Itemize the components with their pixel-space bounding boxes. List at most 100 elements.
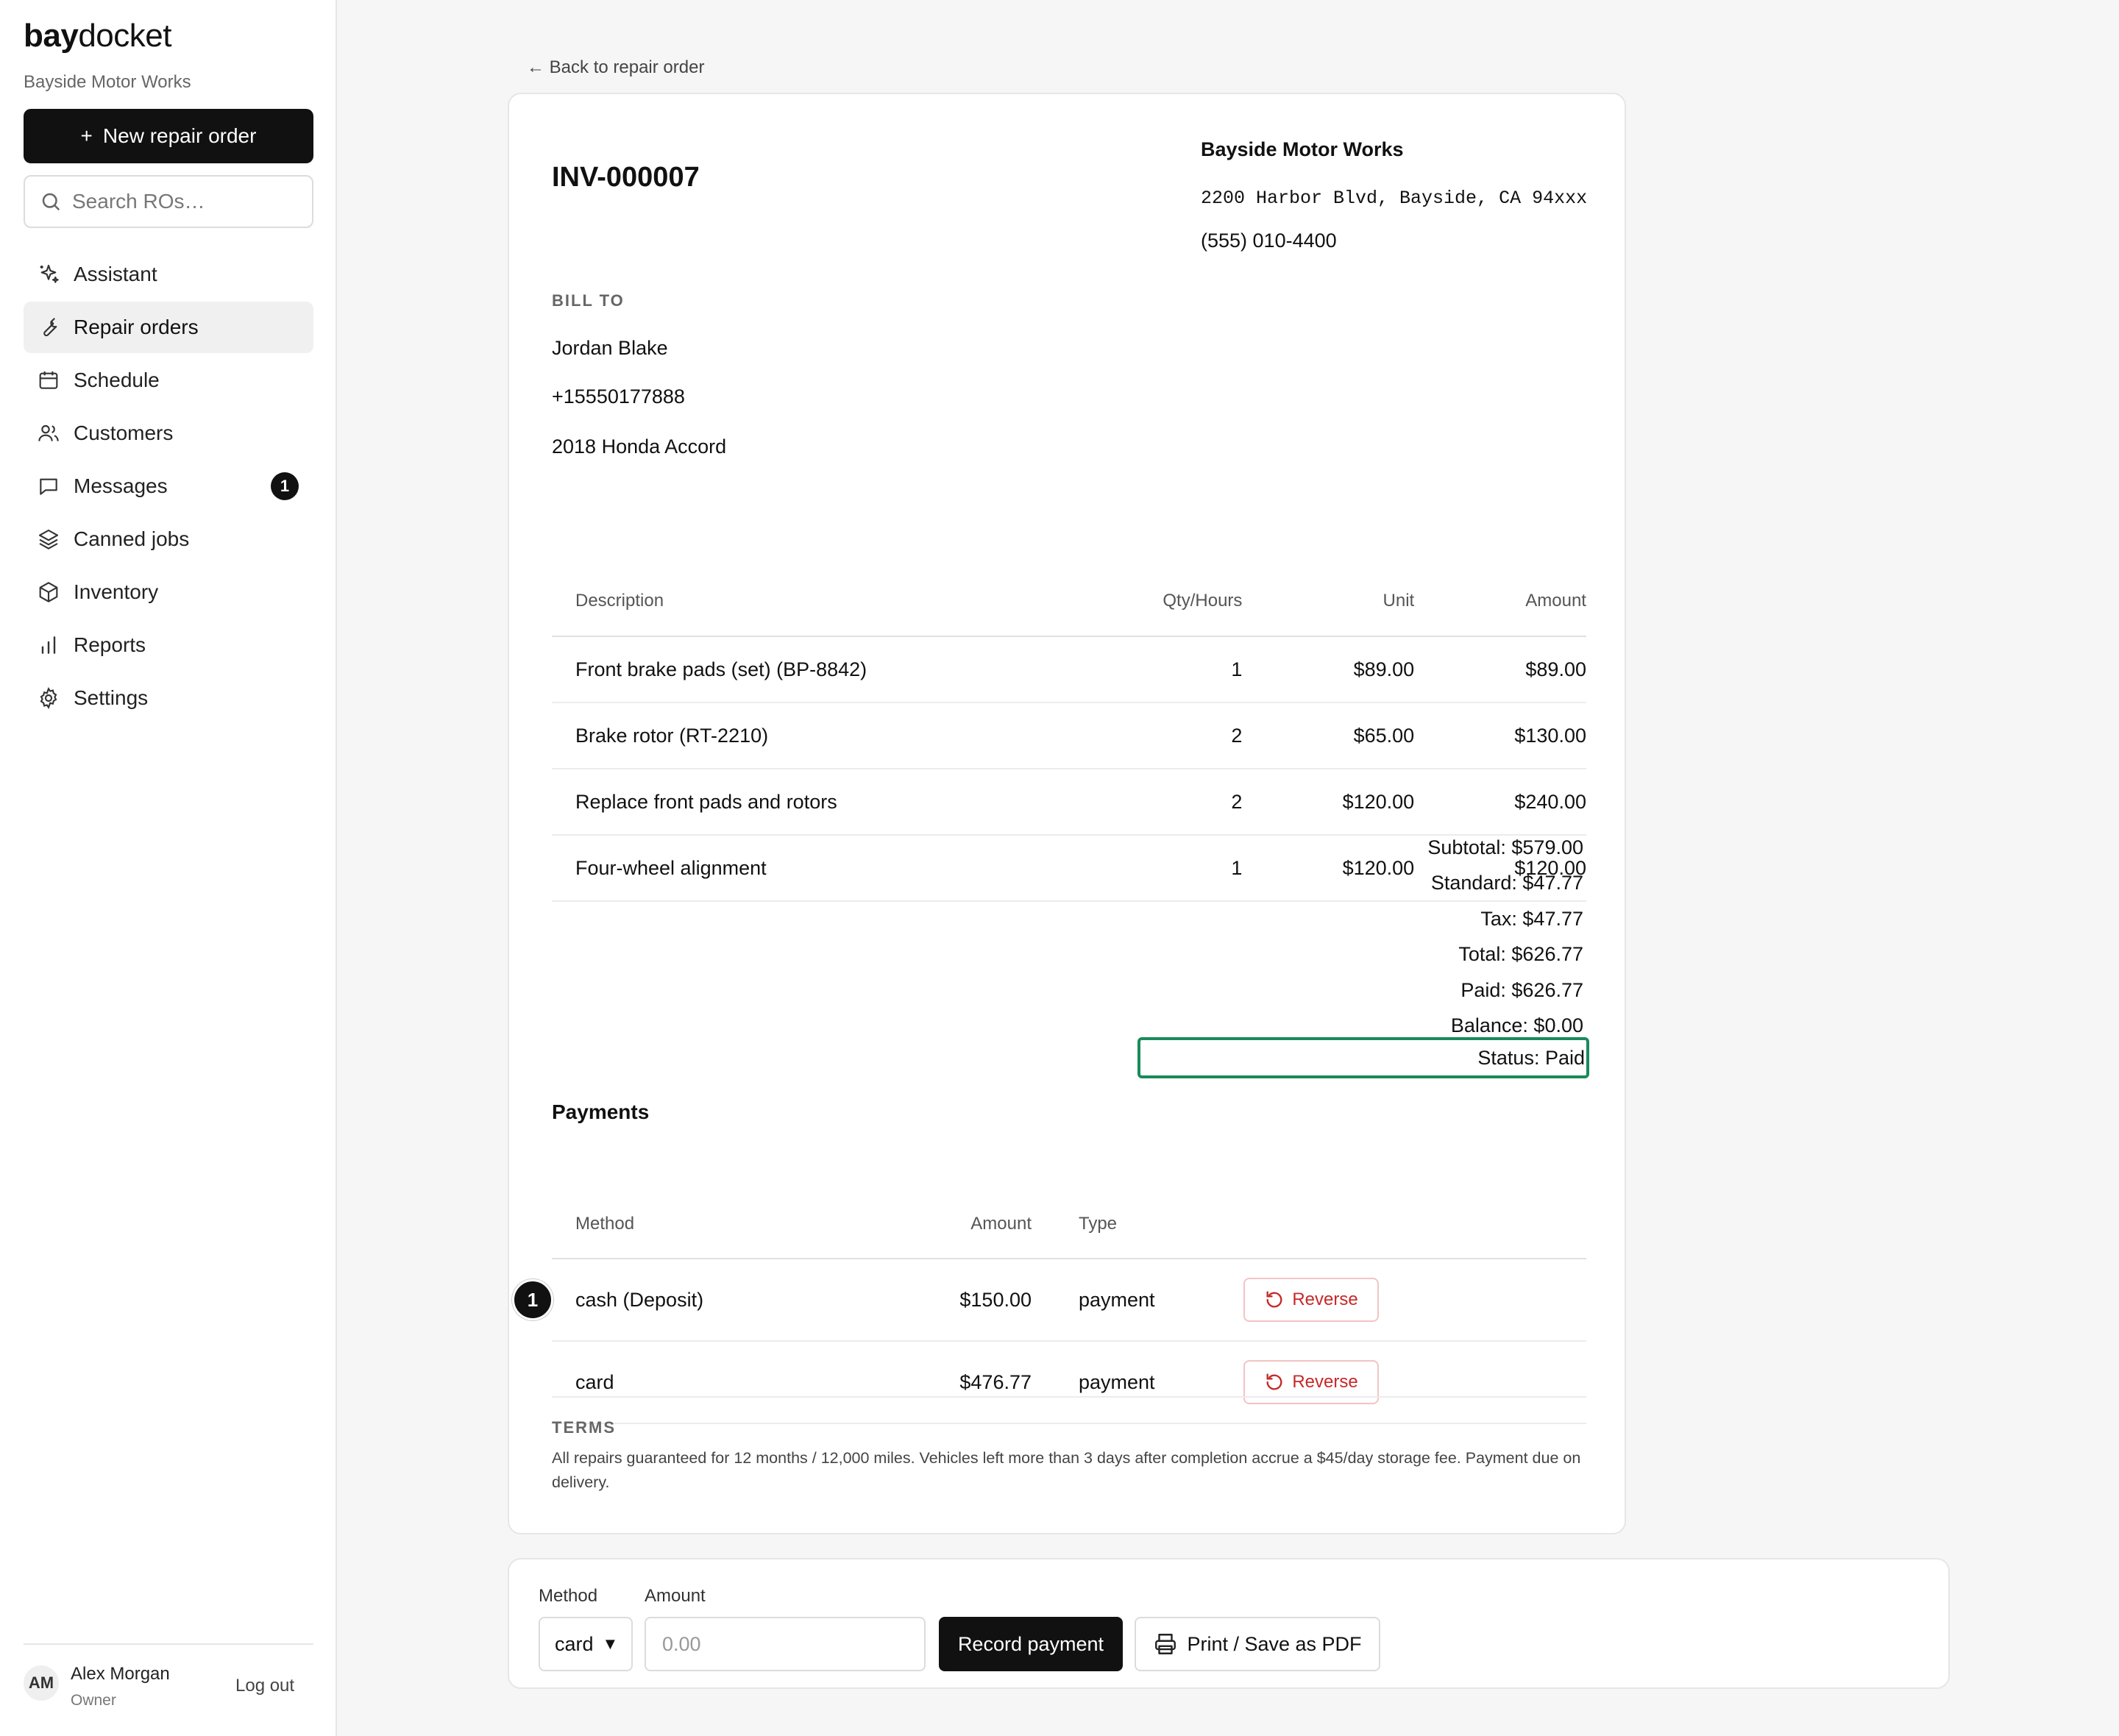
sidebar-item-label: Messages bbox=[74, 474, 168, 497]
search-icon bbox=[42, 193, 60, 211]
customer-name: Jordan Blake bbox=[552, 337, 668, 359]
layers-icon bbox=[38, 529, 59, 549]
sidebar-item-label: Canned jobs bbox=[74, 527, 190, 550]
table-row: Replace front pads and rotors 2 $120.00 … bbox=[552, 769, 1586, 836]
table-row: Front brake pads (set) (BP-8842) 1 $89.0… bbox=[552, 637, 1586, 703]
search-input[interactable] bbox=[72, 190, 308, 213]
line-qty: 1 bbox=[1231, 658, 1243, 680]
brand-logo[interactable]: baydocket bbox=[24, 18, 171, 54]
wrench-icon bbox=[43, 318, 57, 337]
table-row: card $476.77 payment Reverse bbox=[552, 1342, 1586, 1424]
line-amount: $240.00 bbox=[1514, 790, 1586, 813]
message-icon bbox=[40, 478, 57, 495]
line-description: Replace front pads and rotors bbox=[575, 790, 837, 813]
sidebar-item-schedule[interactable]: Schedule bbox=[24, 355, 313, 406]
col-amount: Amount bbox=[970, 1214, 1032, 1234]
invoice-number: INV-000007 bbox=[552, 162, 700, 193]
line-unit: $89.00 bbox=[1353, 658, 1415, 680]
shop-phone: (555) 010-4400 bbox=[1201, 230, 1337, 252]
avatar[interactable]: AM bbox=[24, 1665, 59, 1701]
payment-amount: $150.00 bbox=[959, 1288, 1032, 1311]
terms-text: All repairs guaranteed for 12 months / 1… bbox=[552, 1449, 1581, 1491]
reverse-button[interactable]: Reverse bbox=[1243, 1278, 1379, 1322]
amount-input[interactable] bbox=[645, 1617, 926, 1671]
customer-phone: +15550177888 bbox=[552, 385, 685, 408]
payment-type: payment bbox=[1079, 1370, 1155, 1393]
line-description: Brake rotor (RT-2210) bbox=[575, 724, 769, 747]
new-repair-order-label: New repair order bbox=[102, 124, 257, 147]
table-header: Method Amount Type bbox=[552, 1190, 1586, 1259]
record-payment-button[interactable]: Record payment bbox=[939, 1617, 1123, 1671]
col-description: Description bbox=[575, 591, 664, 611]
col-qty: Qty/Hours bbox=[1163, 591, 1243, 611]
sidebar-item-assistant[interactable]: Assistant bbox=[24, 249, 313, 300]
method-label: Method bbox=[539, 1586, 598, 1606]
sidebar-item-repair-orders[interactable]: Repair orders bbox=[24, 302, 313, 353]
invoice-card: INV-000007 Bayside Motor Works 2200 Harb… bbox=[508, 93, 1626, 1534]
col-method: Method bbox=[575, 1214, 635, 1234]
customer-vehicle: 2018 Honda Accord bbox=[552, 435, 727, 458]
table-row: 1 cash (Deposit) $150.00 payment Reverse bbox=[512, 1259, 1586, 1342]
sidebar-nav: Assistant Repair orders Schedule Custome… bbox=[24, 249, 313, 725]
tax: Tax: $47.77 bbox=[1480, 907, 1583, 930]
col-amount: Amount bbox=[1525, 591, 1586, 611]
line-unit: $120.00 bbox=[1342, 790, 1415, 813]
amount-label: Amount bbox=[645, 1586, 706, 1606]
payment-actions: Reverse bbox=[1243, 1278, 1464, 1322]
plus-icon: + bbox=[80, 124, 93, 147]
terms-label: TERMS bbox=[552, 1418, 616, 1437]
row-marker-badge: 1 bbox=[512, 1279, 553, 1320]
sidebar-item-customers[interactable]: Customers bbox=[24, 408, 313, 459]
messages-count-badge: 1 bbox=[271, 472, 299, 500]
table-header: Description Qty/Hours Unit Amount bbox=[552, 566, 1586, 637]
col-type: Type bbox=[1079, 1214, 1118, 1234]
totals-block: Subtotal: $579.00 Standard: $47.77 Tax: … bbox=[1427, 830, 1583, 1043]
standard-fee: Standard: $47.77 bbox=[1430, 872, 1583, 894]
line-description: Four-wheel alignment bbox=[575, 856, 767, 879]
caret-down-icon: ▼ bbox=[602, 1634, 619, 1653]
reverse-label: Reverse bbox=[1292, 1372, 1358, 1392]
payment-amount: $476.77 bbox=[959, 1370, 1032, 1393]
payment-method: cash (Deposit) bbox=[575, 1288, 704, 1311]
line-amount: $89.00 bbox=[1525, 658, 1586, 680]
payment-method: card bbox=[575, 1370, 614, 1393]
undo-icon bbox=[1266, 1373, 1282, 1390]
method-selected-value: card bbox=[555, 1632, 594, 1655]
logout-link[interactable]: Log out bbox=[235, 1676, 294, 1696]
sidebar-item-label: Inventory bbox=[74, 580, 159, 603]
user-role: Owner bbox=[71, 1692, 116, 1709]
line-qty: 2 bbox=[1231, 790, 1243, 813]
sidebar: baydocket Bayside Motor Works + New repa… bbox=[0, 0, 337, 1736]
sidebar-item-reports[interactable]: Reports bbox=[24, 619, 313, 671]
payment-actions: Reverse bbox=[1243, 1360, 1464, 1404]
shop-info: Bayside Motor Works 2200 Harbor Blvd, Ba… bbox=[1201, 137, 1598, 252]
line-qty: 1 bbox=[1231, 856, 1243, 879]
record-payment-bar: Method Amount card ▼ Record payment Prin… bbox=[508, 1558, 1950, 1689]
col-unit: Unit bbox=[1383, 591, 1415, 611]
reverse-label: Reverse bbox=[1292, 1289, 1358, 1309]
user-name: Alex Morgan bbox=[71, 1664, 170, 1684]
calendar-icon bbox=[39, 371, 58, 389]
user-divider bbox=[24, 1643, 313, 1645]
print-label: Print / Save as PDF bbox=[1187, 1632, 1362, 1655]
reverse-button[interactable]: Reverse bbox=[1243, 1360, 1379, 1404]
users-icon bbox=[38, 424, 59, 441]
sidebar-item-canned-jobs[interactable]: Canned jobs bbox=[24, 513, 313, 565]
line-description: Front brake pads (set) (BP-8842) bbox=[575, 658, 867, 680]
bar-chart-icon bbox=[41, 636, 56, 654]
undo-icon bbox=[1266, 1291, 1282, 1308]
sidebar-item-settings[interactable]: Settings bbox=[24, 672, 313, 724]
total: Total: $626.77 bbox=[1458, 943, 1583, 966]
payment-type: payment bbox=[1079, 1288, 1155, 1311]
sidebar-shop-name: Bayside Motor Works bbox=[24, 72, 191, 92]
sidebar-item-inventory[interactable]: Inventory bbox=[24, 566, 313, 618]
search-box[interactable] bbox=[24, 175, 313, 228]
print-pdf-button[interactable]: Print / Save as PDF bbox=[1135, 1617, 1380, 1671]
method-select[interactable]: card ▼ bbox=[539, 1617, 633, 1671]
new-repair-order-button[interactable]: + New repair order bbox=[24, 109, 313, 163]
sidebar-item-label: Assistant bbox=[74, 263, 157, 285]
back-to-repair-order-link[interactable]: ← Back to repair order bbox=[527, 57, 704, 78]
table-row: Brake rotor (RT-2210) 2 $65.00 $130.00 bbox=[552, 703, 1586, 769]
line-amount: $130.00 bbox=[1514, 724, 1586, 747]
sidebar-item-messages[interactable]: Messages 1 bbox=[24, 460, 313, 512]
